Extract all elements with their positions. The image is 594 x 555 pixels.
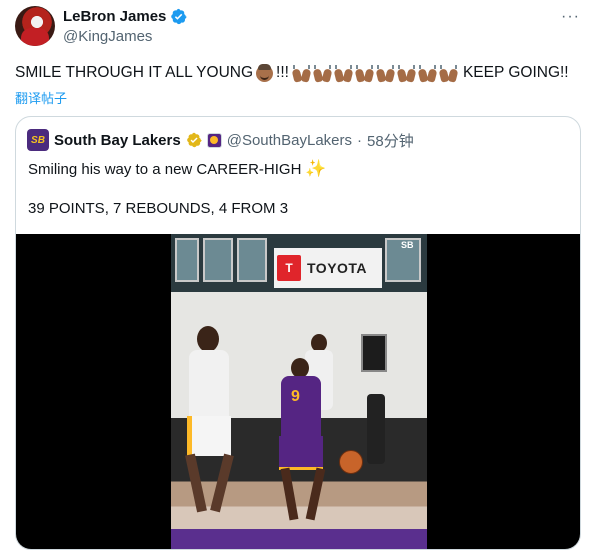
sparkles-emoji-icon: ✨ [305,159,327,178]
ball-handler-player: 9 [267,358,337,528]
quoted-separator: · [357,131,363,149]
toyota-sponsor-banner: T TOYOTA [274,248,382,288]
arena-window [237,238,267,282]
gold-verified-badge-icon [186,132,202,148]
author-name-row: LeBron James [63,8,187,25]
player-shorts [279,436,323,470]
smiling-face-emoji-icon [256,63,274,82]
player-jersey [281,376,321,440]
player-jersey [189,350,229,420]
video-media[interactable]: T TOYOTA SB 9 [16,234,580,549]
tweet-text-end: KEEP GOING!! [462,64,569,81]
quoted-tweet[interactable]: SB South Bay Lakers @SouthBayLakers · 58… [15,116,581,550]
tweet-text: SMILE THROUGH IT ALL YOUNG !!! KEEP GOIN… [15,63,569,83]
quoted-handle[interactable]: @SouthBayLakers [227,132,352,149]
video-frame[interactable]: T TOYOTA SB 9 [171,234,427,549]
affiliate-lakers-badge-icon[interactable] [206,132,222,148]
praise-hands-emoji-icon [396,64,417,83]
arena-wall-sign [361,334,387,372]
praise-hands-emoji-icon [375,64,396,83]
praise-hands-emoji-icon [354,64,375,83]
praise-hands-emoji-icon [333,64,354,83]
translate-post-link[interactable]: 翻译帖子 [15,88,67,107]
jersey-number: 9 [291,388,300,405]
referee [367,394,385,464]
defender-player [179,326,239,516]
player-leg [305,467,326,521]
quoted-text-line1: Smiling his way to a new CAREER-HIGH ✨ [28,159,327,179]
praise-hands-emoji-group [291,64,459,83]
arena-window [203,238,233,282]
quoted-text-career-high: Smiling his way to a new CAREER-HIGH [28,160,302,178]
quoted-timestamp[interactable]: 58分钟 [367,130,414,151]
verified-badge-icon [171,8,187,25]
praise-hands-emoji-icon [291,64,312,83]
player-head [291,358,309,378]
author-handle[interactable]: @KingJames [63,28,152,45]
player-head [197,326,219,352]
player-shorts [187,416,231,456]
quoted-text-stats: 39 POINTS, 7 REBOUNDS, 4 FROM 3 [28,200,289,217]
toyota-logo-icon: T [277,255,301,281]
basketball [339,450,363,474]
avatar[interactable] [15,6,55,46]
quoted-header: SB South Bay Lakers @SouthBayLakers · 58… [27,129,414,151]
tweet-text-main: SMILE THROUGH IT ALL YOUNG [15,64,254,81]
tweet: LeBron James @KingJames ··· SMILE THROUG… [0,0,594,555]
player-leg [280,467,299,521]
player-leg [185,453,207,513]
player-leg [210,453,234,513]
praise-hands-emoji-icon [312,64,333,83]
sponsor-text: TOYOTA [307,260,368,276]
author-display-name[interactable]: LeBron James [63,8,166,25]
quoted-display-name[interactable]: South Bay Lakers [54,132,181,149]
quoted-avatar-logo[interactable]: SB [27,129,49,151]
more-options-icon[interactable]: ··· [561,8,580,26]
video-watermark: SB [401,240,414,250]
tweet-text-exclaim: !!! [276,64,289,81]
praise-hands-emoji-icon [417,64,438,83]
praise-hands-emoji-icon [438,64,459,83]
arena-window [175,238,199,282]
